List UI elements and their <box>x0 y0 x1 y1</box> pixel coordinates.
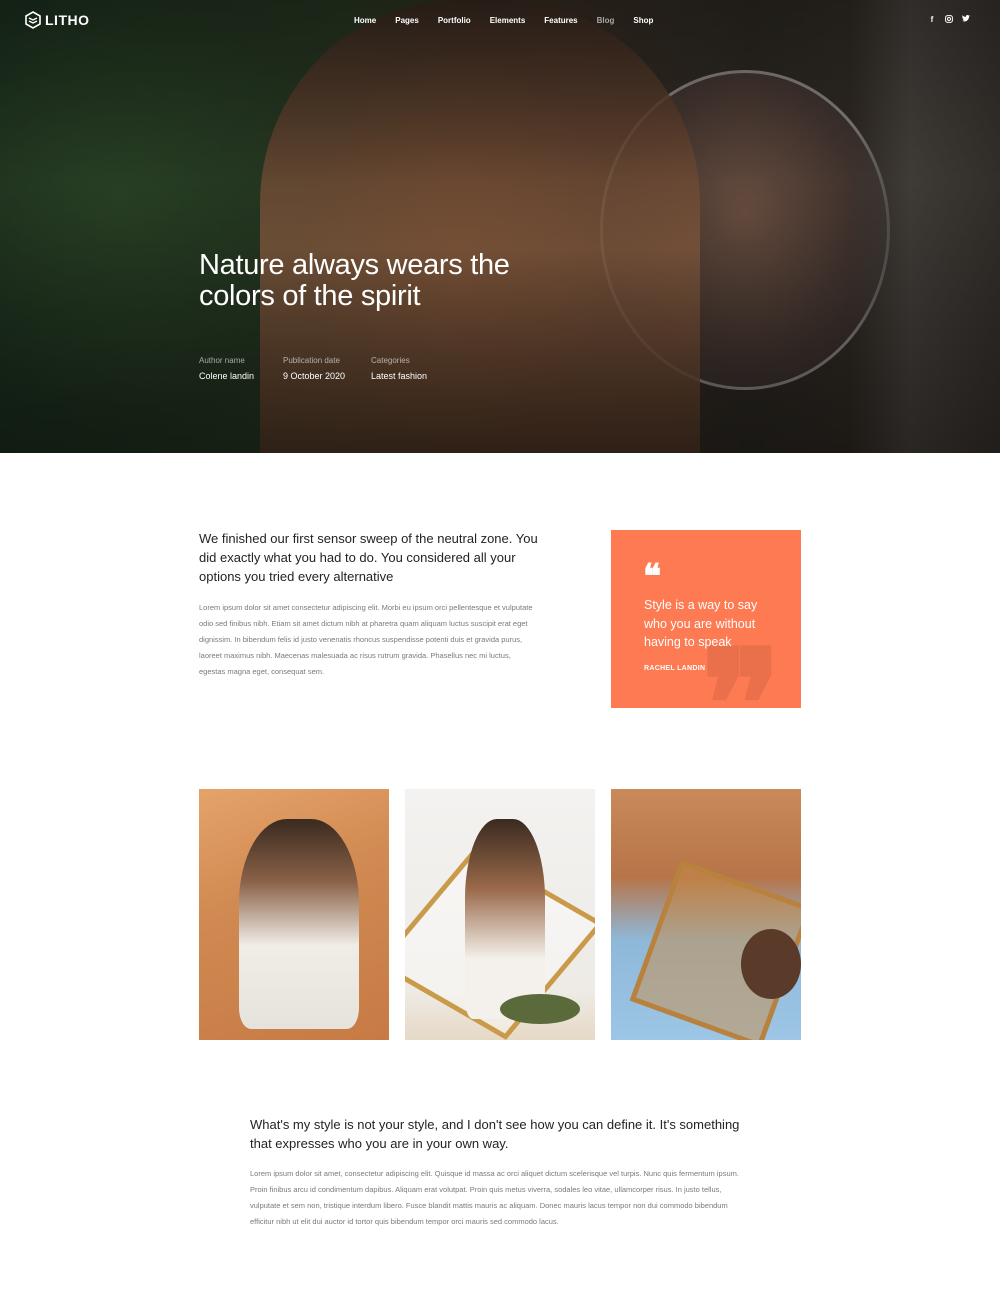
nav-item-features[interactable]: Features <box>544 16 577 25</box>
nav-item-elements[interactable]: Elements <box>490 16 526 25</box>
social-links: f <box>928 15 970 25</box>
hero-title: Nature always wears the colors of the sp… <box>199 249 510 312</box>
nav-item-portfolio[interactable]: Portfolio <box>438 16 471 25</box>
closing-lead: What's my style is not your style, and I… <box>250 1117 740 1151</box>
meta-date-label: Publication date <box>283 356 340 365</box>
hero-overlay <box>0 0 1000 453</box>
closing-body: Lorem ipsum dolor sit amet, consectetur … <box>250 1169 739 1226</box>
meta-author: Author name Colene landin <box>199 356 254 381</box>
quote-author: RACHEL LANDIN <box>644 665 706 672</box>
hero-section: LITHO Home Pages Portfolio Elements Feat… <box>0 0 1000 453</box>
gallery-figure <box>239 819 359 1029</box>
quote-text: Style is a way to say who you are withou… <box>644 598 758 649</box>
meta-date-value: 9 October 2020 <box>283 371 346 381</box>
nav-item-shop[interactable]: Shop <box>633 16 653 25</box>
brand-logo[interactable]: LITHO <box>25 11 90 29</box>
meta-category: Categories Latest fashion <box>371 356 427 381</box>
intro-body: Lorem ipsum dolor sit amet consectetur a… <box>199 603 533 676</box>
facebook-icon[interactable]: f <box>928 15 936 25</box>
gallery-figure <box>741 929 801 999</box>
gallery-image-3[interactable] <box>611 789 801 1040</box>
nav-item-pages[interactable]: Pages <box>395 16 419 25</box>
meta-category-label: Categories <box>371 356 410 365</box>
intro-lead: We finished our first sensor sweep of th… <box>199 531 538 584</box>
meta-author-value[interactable]: Colene landin <box>199 371 254 381</box>
gallery-image-1[interactable] <box>199 789 389 1040</box>
brand-name: LITHO <box>45 12 90 28</box>
instagram-icon[interactable] <box>945 15 953 25</box>
logo-icon <box>25 11 41 29</box>
nav-item-home[interactable]: Home <box>354 16 376 25</box>
meta-author-label: Author name <box>199 356 245 365</box>
nav-item-blog[interactable]: Blog <box>597 16 615 25</box>
quote-mark-icon: ❝ <box>643 557 662 597</box>
meta-date: Publication date 9 October 2020 <box>283 356 345 381</box>
twitter-icon[interactable] <box>962 15 970 25</box>
quote-card: ❞ ❝ Style is a way to say who you are wi… <box>611 530 801 708</box>
main-nav: Home Pages Portfolio Elements Features B… <box>354 16 672 25</box>
meta-category-value[interactable]: Latest fashion <box>371 371 427 381</box>
gallery-image-2[interactable] <box>405 789 595 1040</box>
gallery-tree <box>500 994 580 1024</box>
gallery-figure <box>465 819 545 1019</box>
